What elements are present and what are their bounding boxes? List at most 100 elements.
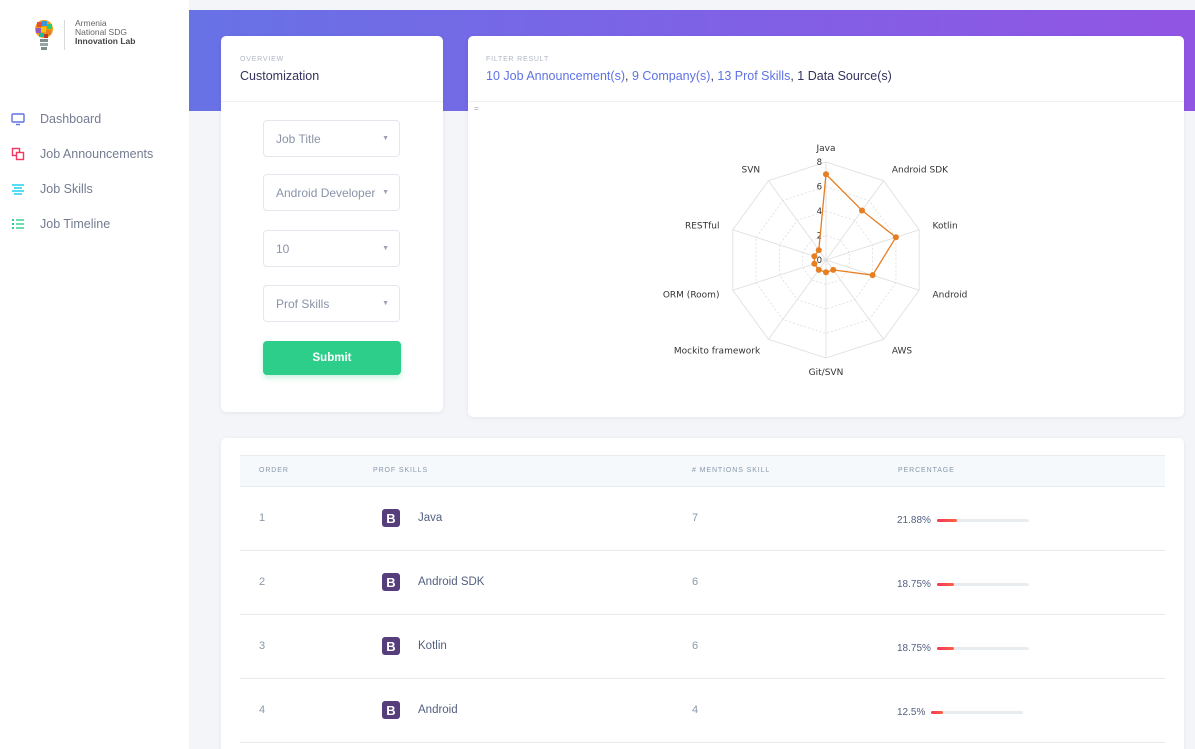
radar-category-label: SVN xyxy=(742,165,761,175)
row-mentions: 4 xyxy=(692,704,699,716)
radar-data-point xyxy=(869,272,876,279)
monitor-icon xyxy=(11,112,25,126)
row-percentage: 12.5% xyxy=(897,707,1024,718)
sidebar-item-job-timeline[interactable]: Job Timeline xyxy=(0,206,189,241)
filter-sources-count: 1 Data Source(s) xyxy=(797,69,892,83)
customization-header: OVERVIEW Customization xyxy=(221,36,443,102)
customization-title: Customization xyxy=(240,69,320,83)
radar-category-label: Git/SVN xyxy=(809,368,844,378)
caret-down-icon: ▼ xyxy=(382,189,389,196)
skills-table-card: ORDER PROF SKILLS # MENTIONS SKILL PERCE… xyxy=(221,438,1184,749)
row-skill-name: Android SDK xyxy=(418,576,485,588)
job-name-select[interactable]: Android Developer ▼ xyxy=(263,174,400,211)
progress-bar-fill xyxy=(936,583,955,586)
row-percentage: 18.75% xyxy=(897,579,1029,590)
radar-data-point xyxy=(859,207,866,214)
row-mentions: 6 xyxy=(692,640,699,652)
column-header-mentions: # MENTIONS SKILL xyxy=(692,467,771,474)
radar-data-point xyxy=(811,253,818,260)
select-value: Prof Skills xyxy=(276,296,330,311)
row-order: 2 xyxy=(259,576,266,588)
progress-bar-fill xyxy=(936,647,955,650)
column-header-percentage: PERCENTAGE xyxy=(898,467,955,474)
table-row[interactable]: 4 B Android 4 12.5% xyxy=(240,679,1165,743)
bootstrap-badge-icon: B xyxy=(382,573,400,591)
filter-skills-count: 13 Prof Skills xyxy=(717,69,791,83)
radar-tick-label: 8 xyxy=(817,158,822,168)
radar-data-point xyxy=(815,247,822,254)
bootstrap-badge-icon: B xyxy=(382,637,400,655)
row-percentage-text: 21.88% xyxy=(897,515,931,526)
row-mentions: 6 xyxy=(692,576,699,588)
row-skill-name: Kotlin xyxy=(418,640,447,652)
row-percentage-text: 18.75% xyxy=(897,643,931,654)
row-skill: B Java xyxy=(382,509,442,527)
list-icon xyxy=(11,217,25,231)
filter-summary: 10 Job Announcement(s), 9 Company(s), 13… xyxy=(486,69,1166,83)
sidebar-item-job-skills[interactable]: Job Skills xyxy=(0,171,189,206)
row-skill-name: Java xyxy=(418,512,443,524)
radar-data-point xyxy=(811,260,818,267)
progress-bar xyxy=(936,519,1029,522)
row-skill: B Android SDK xyxy=(382,573,484,591)
sidebar: Armenia National SDG Innovation Lab Dash… xyxy=(0,0,189,749)
radar-data-point xyxy=(823,269,829,276)
bootstrap-badge-icon: B xyxy=(382,701,400,719)
select-value: 10 xyxy=(276,241,290,256)
caret-down-icon: ▼ xyxy=(382,135,389,142)
radar-data-point xyxy=(892,234,899,241)
skills-radar-chart: 02468JavaAndroid SDKKotlinAndroidAWSGit/… xyxy=(663,144,967,378)
skill-type-select[interactable]: Prof Skills ▼ xyxy=(263,285,400,322)
table-row[interactable]: 2 B Android SDK 6 18.75% xyxy=(240,551,1165,615)
radar-tick-label: 6 xyxy=(817,183,822,193)
progress-bar xyxy=(936,583,1029,586)
lightbulb-logo-icon xyxy=(34,19,54,53)
radar-data-point xyxy=(815,266,822,273)
sidebar-item-job-announcements[interactable]: Job Announcements xyxy=(0,136,189,171)
progress-bar xyxy=(931,711,1024,714)
row-skill: B Kotlin xyxy=(382,637,447,655)
table-row[interactable]: 3 B Kotlin 6 18.75% xyxy=(240,615,1165,679)
radar-spoke xyxy=(825,229,920,261)
row-order: 1 xyxy=(259,512,266,524)
row-skill-name: Android xyxy=(418,704,458,716)
filter-separator: , xyxy=(624,69,632,83)
filter-jobs-count: 10 Job Announcement(s) xyxy=(486,69,625,83)
sidebar-item-label: Job Announcements xyxy=(40,146,154,161)
table-header: ORDER PROF SKILLS # MENTIONS SKILL PERCE… xyxy=(240,455,1165,487)
sidebar-item-label: Dashboard xyxy=(40,111,102,126)
sidebar-item-label: Job Skills xyxy=(40,181,93,196)
row-mentions: 7 xyxy=(692,512,699,524)
radar-category-label: Mockito framework xyxy=(674,347,761,357)
radar-category-label: RESTful xyxy=(685,221,720,231)
column-header-skills: PROF SKILLS xyxy=(373,467,429,474)
row-skill: B Android xyxy=(382,701,458,719)
copy-icon xyxy=(11,147,25,161)
customization-card: OVERVIEW Customization Job Title ▼ Andro… xyxy=(221,36,443,412)
bootstrap-badge-icon: B xyxy=(382,509,400,527)
submit-button[interactable]: Submit xyxy=(263,341,401,375)
radar-category-label: AWS xyxy=(892,347,913,357)
table-row[interactable]: 1 B Java 7 21.88% xyxy=(240,487,1165,551)
brand-divider xyxy=(64,20,65,50)
filter-subtitle: FILTER RESULT xyxy=(486,56,550,63)
job-title-select[interactable]: Job Title ▼ xyxy=(263,120,400,157)
radar-category-label: Kotlin xyxy=(933,221,958,231)
count-select[interactable]: 10 ▼ xyxy=(263,230,400,267)
brand-text: Armenia National SDG Innovation Lab xyxy=(75,19,135,46)
row-percentage: 21.88% xyxy=(897,515,1029,526)
radar-category-label: Android SDK xyxy=(892,165,949,175)
progress-bar xyxy=(936,647,1029,650)
radar-category-label: Java xyxy=(815,144,835,154)
filter-companies-count: 9 Company(s) xyxy=(631,69,711,83)
sidebar-item-dashboard[interactable]: Dashboard xyxy=(0,101,189,136)
brand[interactable]: Armenia National SDG Innovation Lab xyxy=(34,19,135,53)
radar-data-point xyxy=(830,266,837,273)
caret-down-icon: ▼ xyxy=(382,245,389,252)
radar-tick-label: 0 xyxy=(817,256,822,266)
select-value: Android Developer xyxy=(276,185,376,200)
row-order: 3 xyxy=(259,640,266,652)
radar-category-label: ORM (Room) xyxy=(663,291,720,301)
brand-line3: Innovation Lab xyxy=(75,36,136,46)
row-percentage: 18.75% xyxy=(897,643,1029,654)
